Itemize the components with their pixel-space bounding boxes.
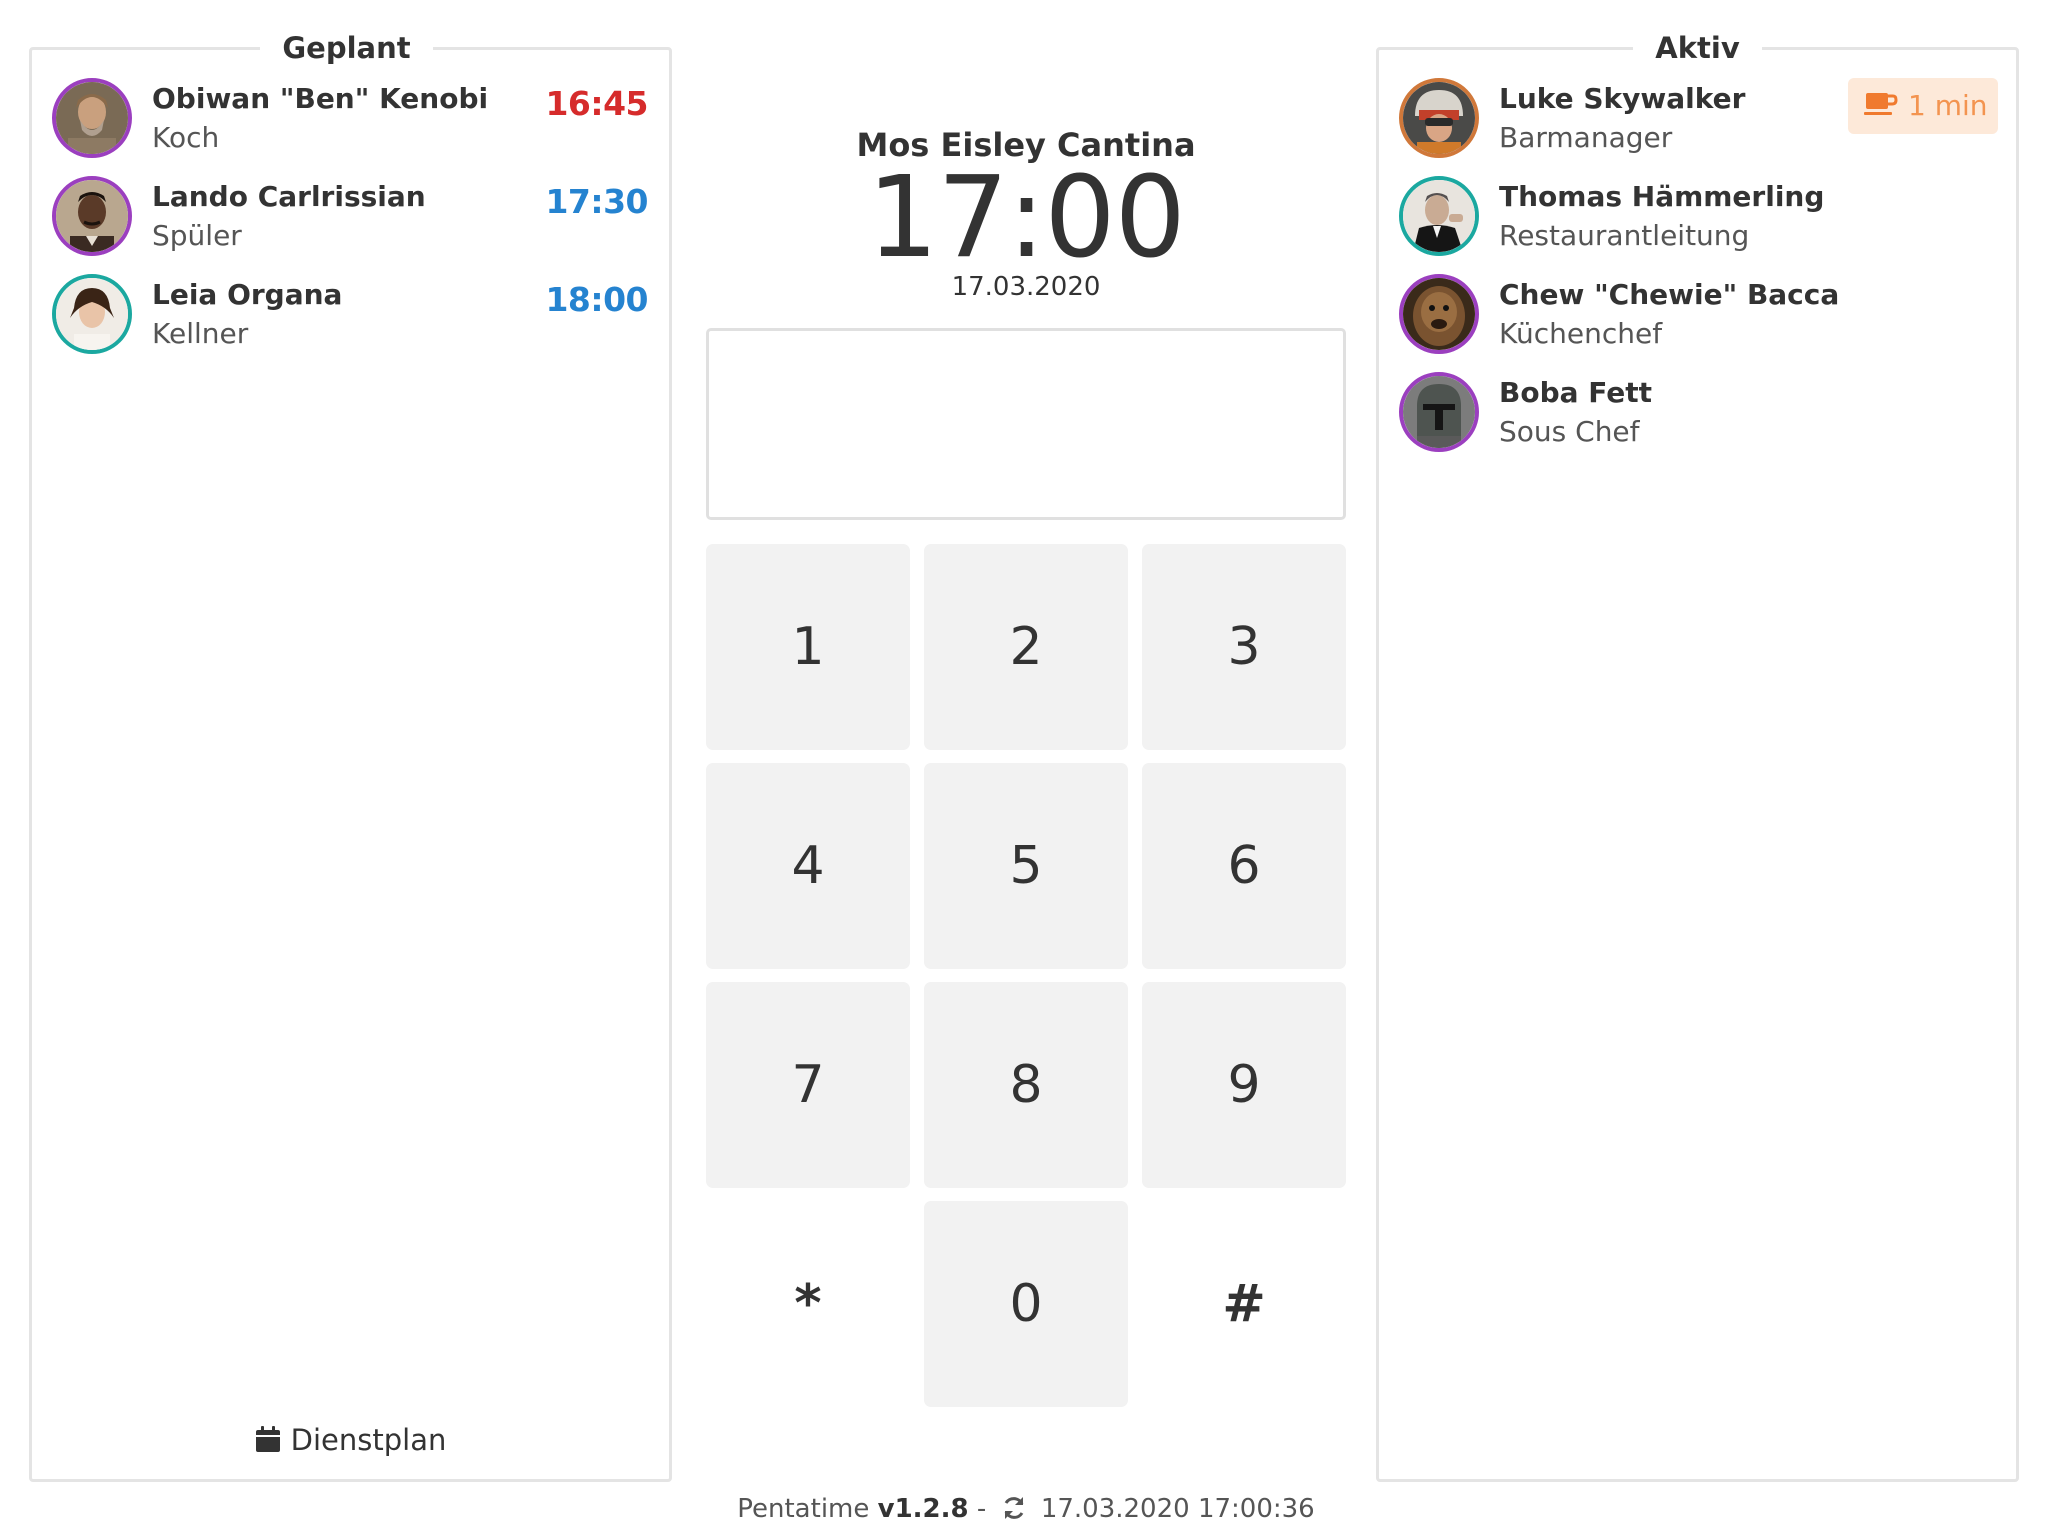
- schedule-link[interactable]: Dienstplan: [32, 1423, 669, 1457]
- key-3[interactable]: 3: [1142, 544, 1346, 750]
- planned-panel-title: Geplant: [260, 30, 433, 66]
- refresh-icon[interactable]: [1001, 1495, 1027, 1521]
- active-person[interactable]: Luke Skywalker Barmanager 1 min: [1399, 78, 1998, 176]
- avatar: [1399, 78, 1479, 158]
- app-version: v1.2.8: [877, 1494, 969, 1524]
- scheduled-time-late: 16:45: [545, 84, 648, 123]
- key-1[interactable]: 1: [706, 544, 910, 750]
- schedule-label: Dienstplan: [290, 1423, 447, 1457]
- person-name: Thomas Hämmerling: [1499, 180, 1825, 213]
- avatar: [52, 176, 132, 256]
- pin-input[interactable]: [706, 328, 1346, 520]
- key-0[interactable]: 0: [924, 1201, 1128, 1407]
- avatar: [1399, 176, 1479, 256]
- active-list: Luke Skywalker Barmanager 1 min Thomas H…: [1399, 78, 1998, 470]
- avatar: [1399, 274, 1479, 354]
- scheduled-time: 17:30: [545, 182, 648, 221]
- key-6[interactable]: 6: [1142, 763, 1346, 969]
- person-name: Lando Carlrissian: [152, 180, 426, 213]
- key-star[interactable]: *: [706, 1201, 910, 1407]
- key-9[interactable]: 9: [1142, 982, 1346, 1188]
- person-role: Kellner: [152, 317, 249, 350]
- planned-panel: Geplant Obiwan "Ben" Kenobi Koch 16:45 L…: [29, 30, 672, 1482]
- person-name: Obiwan "Ben" Kenobi: [152, 82, 489, 115]
- planned-list: Obiwan "Ben" Kenobi Koch 16:45 Lando Car…: [52, 78, 651, 372]
- active-panel-title: Aktiv: [1633, 30, 1762, 66]
- key-8[interactable]: 8: [924, 982, 1128, 1188]
- key-5[interactable]: 5: [924, 763, 1128, 969]
- person-name: Leia Organa: [152, 278, 343, 311]
- active-person[interactable]: Boba Fett Sous Chef: [1399, 372, 1998, 470]
- key-2[interactable]: 2: [924, 544, 1128, 750]
- break-duration: 1 min: [1908, 89, 1988, 122]
- app-name: Pentatime: [737, 1494, 870, 1524]
- scheduled-time: 18:00: [545, 280, 648, 319]
- current-date: 17.03.2020: [951, 272, 1101, 302]
- person-role: Restaurantleitung: [1499, 219, 1750, 252]
- time-clock-page: Geplant Obiwan "Ben" Kenobi Koch 16:45 L…: [0, 0, 2048, 1536]
- person-role: Spüler: [152, 219, 242, 252]
- current-time: 17:00: [867, 153, 1186, 283]
- person-role: Barmanager: [1499, 121, 1673, 154]
- avatar: [52, 274, 132, 354]
- person-name: Chew "Chewie" Bacca: [1499, 278, 1840, 311]
- calendar-icon: [255, 1426, 280, 1452]
- footer: Pentatime v1.2.8 - 17.03.2020 17:00:36: [706, 1494, 1346, 1524]
- planned-person[interactable]: Obiwan "Ben" Kenobi Koch 16:45: [52, 78, 651, 176]
- keypad: 1 2 3 4 5 6 7 8 9 * 0 #: [706, 544, 1346, 1407]
- key-hash[interactable]: #: [1142, 1201, 1346, 1407]
- key-4[interactable]: 4: [706, 763, 910, 969]
- coffee-cup-icon: [1864, 93, 1898, 115]
- person-name: Luke Skywalker: [1499, 82, 1746, 115]
- planned-person[interactable]: Lando Carlrissian Spüler 17:30: [52, 176, 651, 274]
- avatar: [1399, 372, 1479, 452]
- person-name: Boba Fett: [1499, 376, 1653, 409]
- key-7[interactable]: 7: [706, 982, 910, 1188]
- person-role: Küchenchef: [1499, 317, 1663, 350]
- active-panel: Aktiv Luke Skywalker Barmanager 1 min Th…: [1376, 30, 2019, 1482]
- avatar: [52, 78, 132, 158]
- footer-separator: -: [976, 1494, 987, 1524]
- break-badge: 1 min: [1848, 78, 1998, 134]
- active-person[interactable]: Chew "Chewie" Bacca Küchenchef: [1399, 274, 1998, 372]
- last-sync-time: 17.03.2020 17:00:36: [1040, 1494, 1315, 1524]
- center-column: Mos Eisley Cantina 17:00 17.03.2020 1 2 …: [706, 0, 1346, 1536]
- person-role: Koch: [152, 121, 220, 154]
- person-role: Sous Chef: [1499, 415, 1640, 448]
- active-person[interactable]: Thomas Hämmerling Restaurantleitung: [1399, 176, 1998, 274]
- planned-person[interactable]: Leia Organa Kellner 18:00: [52, 274, 651, 372]
